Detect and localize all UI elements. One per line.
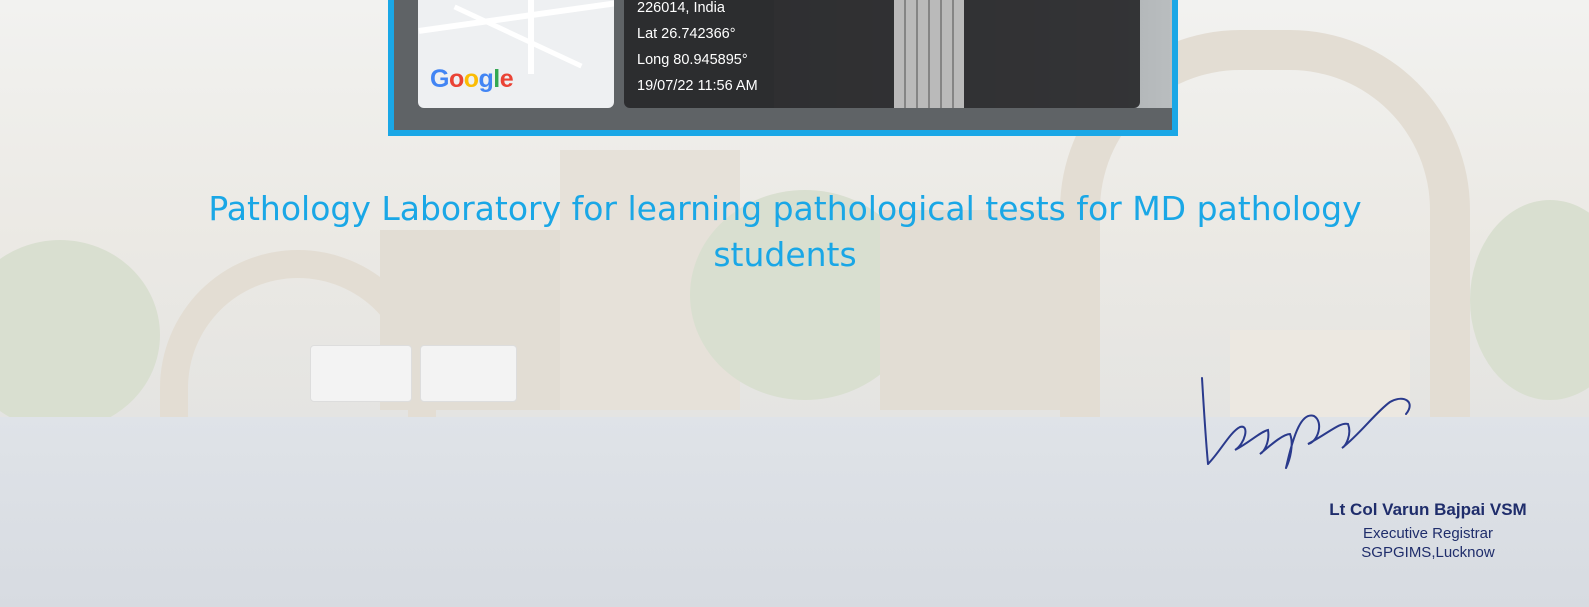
caption-line-1: Pathology Laboratory for learning pathol… <box>208 189 1362 228</box>
google-logo: Google <box>430 65 514 93</box>
latitude-line: Lat 26.742366° <box>637 26 736 42</box>
geotagged-lab-photo: 226014, India Lat 26.742366° Long 80.945… <box>388 0 1178 136</box>
caption-line-2: students <box>713 235 857 274</box>
signatory-name: Lt Col Varun Bajpai VSM <box>1329 500 1527 519</box>
geotag-info-panel: 226014, India Lat 26.742366° Long 80.945… <box>624 0 1140 108</box>
photo-caption: Pathology Laboratory for learning pathol… <box>190 186 1380 278</box>
signatory-designation: Executive Registrar <box>1362 525 1494 542</box>
timestamp-line: 19/07/22 11:56 AM <box>637 78 758 94</box>
handwritten-signature <box>1201 377 1411 469</box>
pincode-line: 226014, India <box>637 0 725 16</box>
map-thumbnail: Google <box>418 0 614 108</box>
signatory-institute: SGPGIMS,Lucknow <box>1361 544 1495 561</box>
longitude-line: Long 80.945895° <box>637 52 748 68</box>
keyboard-image <box>894 0 964 108</box>
